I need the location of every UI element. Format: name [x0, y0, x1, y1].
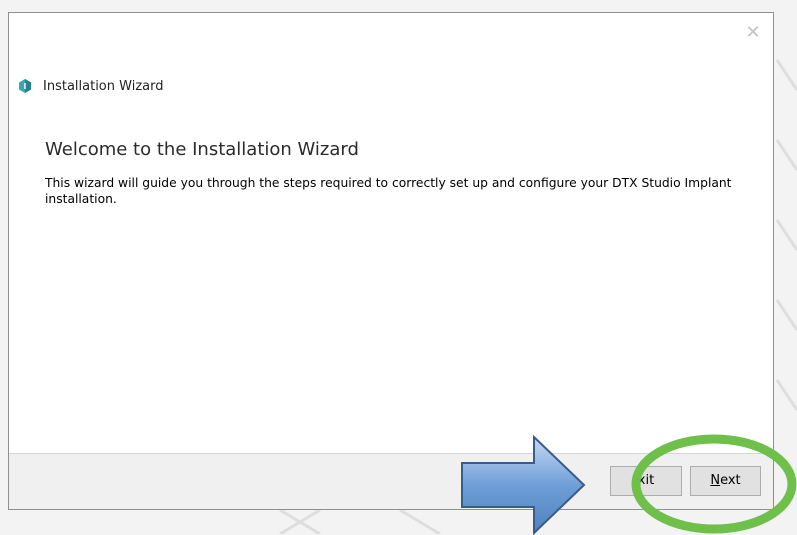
- hexagon-app-icon: [19, 79, 31, 93]
- close-button[interactable]: ✕: [743, 23, 763, 43]
- right-arrow-icon: [461, 435, 586, 535]
- page-description: This wizard will guide you through the s…: [45, 176, 732, 206]
- window-title: Installation Wizard: [43, 78, 164, 94]
- page-heading: Welcome to the Installation Wizard: [45, 139, 359, 160]
- window-header: Installation Wizard: [17, 78, 164, 94]
- highlight-ellipse: [631, 434, 797, 534]
